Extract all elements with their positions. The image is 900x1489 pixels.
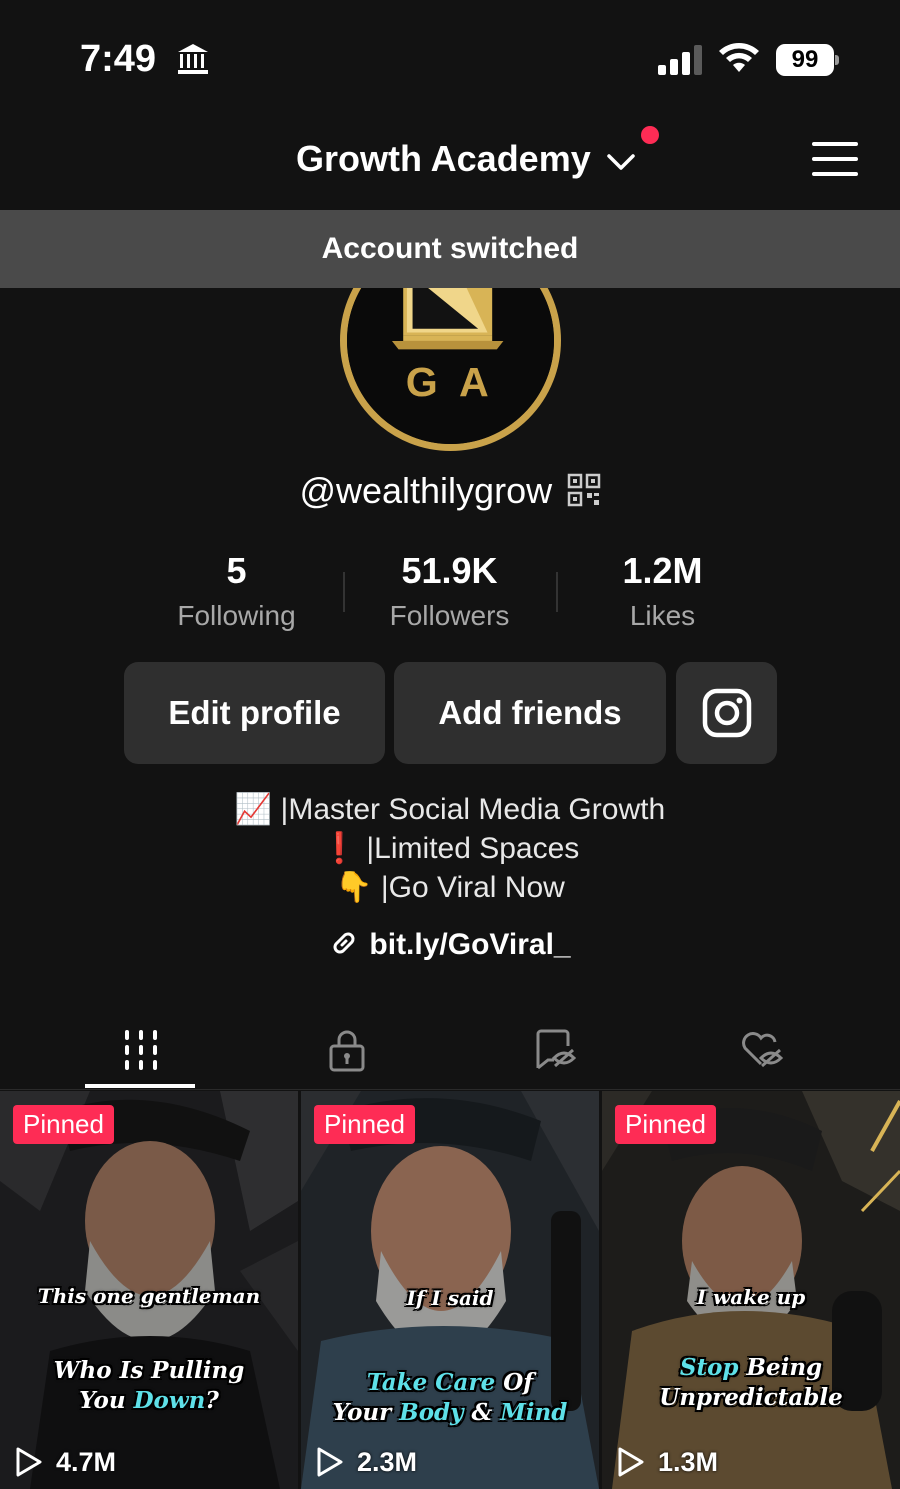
battery-level: 99 (776, 44, 834, 76)
caption-text: ? (205, 1387, 219, 1414)
stat-likes[interactable]: 1.2M Likes (556, 550, 769, 632)
caption-highlight: Body (399, 1399, 464, 1426)
edit-profile-button[interactable]: Edit profile (124, 662, 385, 764)
stat-value: 1.2M (622, 550, 703, 591)
bio-line: 👇 |Go Viral Now (335, 871, 565, 904)
qr-code-icon[interactable] (567, 473, 601, 507)
video-thumbnail[interactable]: Pinned This one gentleman Who Is Pulling… (0, 1091, 298, 1489)
profile-header: Growth Academy (0, 110, 900, 210)
video-caption: Stop Being Unpredictable (602, 1353, 900, 1413)
caption-text: & (463, 1399, 501, 1426)
battery-icon: 99 (776, 44, 839, 76)
video-thumbnail[interactable]: Pinned I wake up Stop Being Unpredictabl… (602, 1091, 900, 1489)
view-count-text: 4.7M (56, 1446, 117, 1477)
video-thumbnail[interactable]: Pinned If I said Take Care Of Your Body … (301, 1091, 599, 1489)
view-count: 4.7M (14, 1446, 116, 1478)
video-caption-top: This one gentleman (37, 1284, 261, 1308)
caption-highlight: Mind (500, 1399, 568, 1426)
caption-text: Who Is Pulling (53, 1357, 245, 1384)
profile-tabs (0, 1010, 900, 1090)
status-bar: 7:49 99 (0, 0, 900, 110)
link-icon (333, 932, 355, 954)
notification-dot (641, 126, 659, 144)
tab-liked[interactable] (648, 1010, 873, 1090)
view-count: 1.3M (616, 1446, 718, 1478)
profile-handle: @wealthilygrow (299, 470, 553, 511)
stat-following[interactable]: 5 Following (130, 550, 343, 632)
video-caption: Take Care Of Your Body & Mind (301, 1368, 599, 1428)
play-icon (618, 1447, 644, 1477)
bio-line: ❗ |Limited Spaces (320, 832, 580, 865)
active-tab-indicator (85, 1084, 195, 1088)
caption-text: Unpredictable (659, 1384, 843, 1411)
bio-line: 📈 |Master Social Media Growth (234, 793, 666, 826)
instagram-icon (702, 688, 751, 738)
pinned-badge: Pinned (13, 1105, 114, 1144)
tab-reposts[interactable] (441, 1010, 666, 1090)
caption-highlight: Down (133, 1387, 206, 1414)
stat-label: Likes (629, 600, 696, 631)
avatar-monogram: G A (406, 359, 495, 405)
view-count-text: 2.3M (357, 1446, 418, 1477)
handle-row: @wealthilygrow (0, 470, 900, 512)
signal-icon (658, 45, 702, 75)
instagram-button[interactable] (676, 662, 777, 764)
stat-label: Following (177, 600, 296, 631)
status-time: 7:49 (80, 38, 157, 80)
reposts-hidden-icon (536, 1029, 576, 1070)
bank-icon (178, 44, 208, 74)
account-switched-toast: Account switched (0, 210, 900, 288)
caption-highlight: Take Care (366, 1369, 496, 1396)
account-switcher[interactable]: Growth Academy (296, 138, 591, 180)
menu-icon[interactable] (812, 140, 858, 178)
tab-private[interactable] (234, 1010, 459, 1090)
videos-grid-icon (124, 1030, 157, 1070)
stat-value: 51.9K (401, 550, 498, 591)
stat-followers[interactable]: 51.9K Followers (343, 550, 556, 632)
bio-link[interactable]: bit.ly/GoViral_ (0, 928, 900, 962)
pinned-badge: Pinned (314, 1105, 415, 1144)
play-icon (16, 1447, 42, 1477)
view-count-text: 1.3M (658, 1446, 719, 1477)
caption-highlight: Stop (679, 1354, 739, 1381)
pinned-badge: Pinned (615, 1105, 716, 1144)
video-caption-top: I wake up (696, 1285, 806, 1309)
video-grid: Pinned This one gentleman Who Is Pulling… (0, 1091, 900, 1489)
profile-stats: 5 Following 51.9K Followers 1.2M Likes (130, 550, 770, 640)
video-caption: Who Is Pulling You Down? (0, 1356, 298, 1416)
caption-text: Of (495, 1369, 534, 1396)
tab-videos[interactable] (28, 1010, 253, 1090)
stat-value: 5 (226, 550, 247, 591)
play-icon (317, 1447, 343, 1477)
caption-text: Your (332, 1399, 400, 1426)
stat-label: Followers (389, 600, 510, 631)
wifi-icon (719, 43, 759, 72)
profile-bio: 📈 |Master Social Media Growth ❗ |Limited… (0, 790, 900, 907)
add-friends-button[interactable]: Add friends (394, 662, 666, 764)
bio-link-text[interactable]: bit.ly/GoViral_ (369, 928, 570, 961)
chevron-down-icon[interactable] (606, 150, 636, 174)
liked-hidden-icon (741, 1032, 783, 1068)
video-caption-top: If I said (406, 1286, 494, 1310)
caption-text: You (79, 1387, 134, 1414)
view-count: 2.3M (315, 1446, 417, 1478)
caption-text: Being (738, 1354, 823, 1381)
lock-icon (329, 1030, 364, 1072)
toast-message: Account switched (321, 232, 579, 265)
